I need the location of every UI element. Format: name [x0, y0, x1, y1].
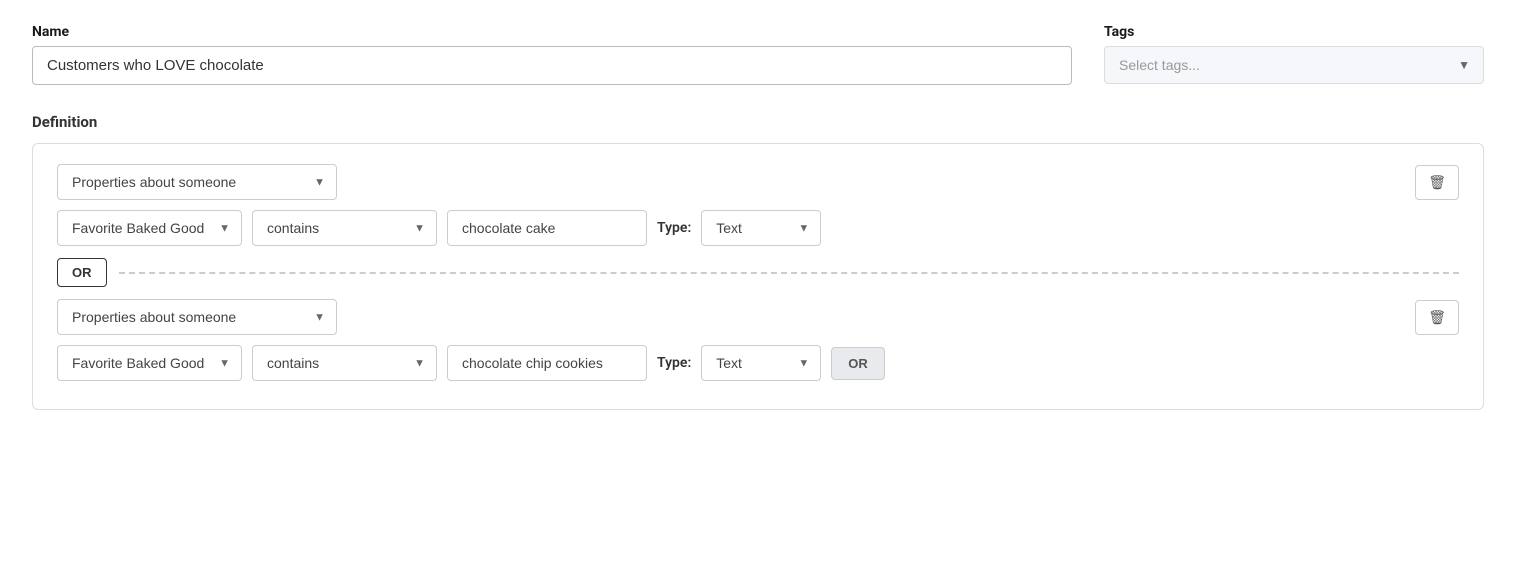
condition-group-1-properties-row: Properties about someone ▼ 🗑 [57, 164, 1459, 200]
properties-select-2[interactable]: Properties about someone [57, 299, 337, 335]
name-input[interactable] [32, 46, 1072, 85]
or-add-button[interactable]: OR [831, 347, 885, 380]
field-dropdown-wrapper-1: Favorite Baked Good(s) ▼ [57, 210, 242, 246]
condition-group-2: Properties about someone ▼ 🗑 Favorite Ba… [57, 299, 1459, 381]
tags-field-group: Tags Select tags... ▼ [1104, 24, 1484, 84]
spacer-2: 🗑 [1415, 300, 1459, 335]
operator-dropdown-wrapper-1: contains ▼ [252, 210, 437, 246]
definition-section: Definition Properties about someone ▼ 🗑 [32, 113, 1484, 410]
value-input-1[interactable] [447, 210, 647, 246]
tags-label: Tags [1104, 24, 1484, 40]
definition-box: Properties about someone ▼ 🗑 Favorite Ba… [32, 143, 1484, 410]
condition-group-2-fields-row: Favorite Baked Good(s) ▼ contains ▼ Type… [57, 345, 1459, 381]
type-dropdown-wrapper-2: Text ▼ [701, 345, 821, 381]
or-line [119, 272, 1460, 274]
type-dropdown-wrapper-1: Text ▼ [701, 210, 821, 246]
tags-select[interactable]: Select tags... [1104, 46, 1484, 84]
definition-title: Definition [32, 113, 1484, 131]
name-label: Name [32, 24, 1072, 40]
field-dropdown-wrapper-2: Favorite Baked Good(s) ▼ [57, 345, 242, 381]
type-label-2: Type: [657, 355, 691, 371]
tags-select-wrapper: Select tags... ▼ [1104, 46, 1484, 84]
type-select-2[interactable]: Text [701, 345, 821, 381]
trash-icon-2: 🗑 [1428, 309, 1446, 325]
condition-group-1: Properties about someone ▼ 🗑 Favorite Ba… [57, 164, 1459, 246]
operator-dropdown-wrapper-2: contains ▼ [252, 345, 437, 381]
type-select-1[interactable]: Text [701, 210, 821, 246]
trash-icon-1: 🗑 [1428, 174, 1446, 190]
properties-dropdown-wrapper-1: Properties about someone ▼ [57, 164, 337, 200]
field-select-2[interactable]: Favorite Baked Good(s) [57, 345, 242, 381]
or-divider: OR [57, 258, 1459, 287]
properties-dropdown-wrapper-2: Properties about someone ▼ [57, 299, 337, 335]
type-label-1: Type: [657, 220, 691, 236]
operator-select-1[interactable]: contains [252, 210, 437, 246]
condition-group-1-fields-row: Favorite Baked Good(s) ▼ contains ▼ Type… [57, 210, 1459, 246]
or-button[interactable]: OR [57, 258, 107, 287]
value-input-2[interactable] [447, 345, 647, 381]
top-form-row: Name Tags Select tags... ▼ [32, 24, 1484, 85]
spacer-1: 🗑 [1415, 165, 1459, 200]
name-field-group: Name [32, 24, 1072, 85]
properties-select-1[interactable]: Properties about someone [57, 164, 337, 200]
delete-button-1[interactable]: 🗑 [1415, 165, 1459, 200]
delete-button-2[interactable]: 🗑 [1415, 300, 1459, 335]
field-select-1[interactable]: Favorite Baked Good(s) [57, 210, 242, 246]
condition-group-2-properties-row: Properties about someone ▼ 🗑 [57, 299, 1459, 335]
operator-select-2[interactable]: contains [252, 345, 437, 381]
